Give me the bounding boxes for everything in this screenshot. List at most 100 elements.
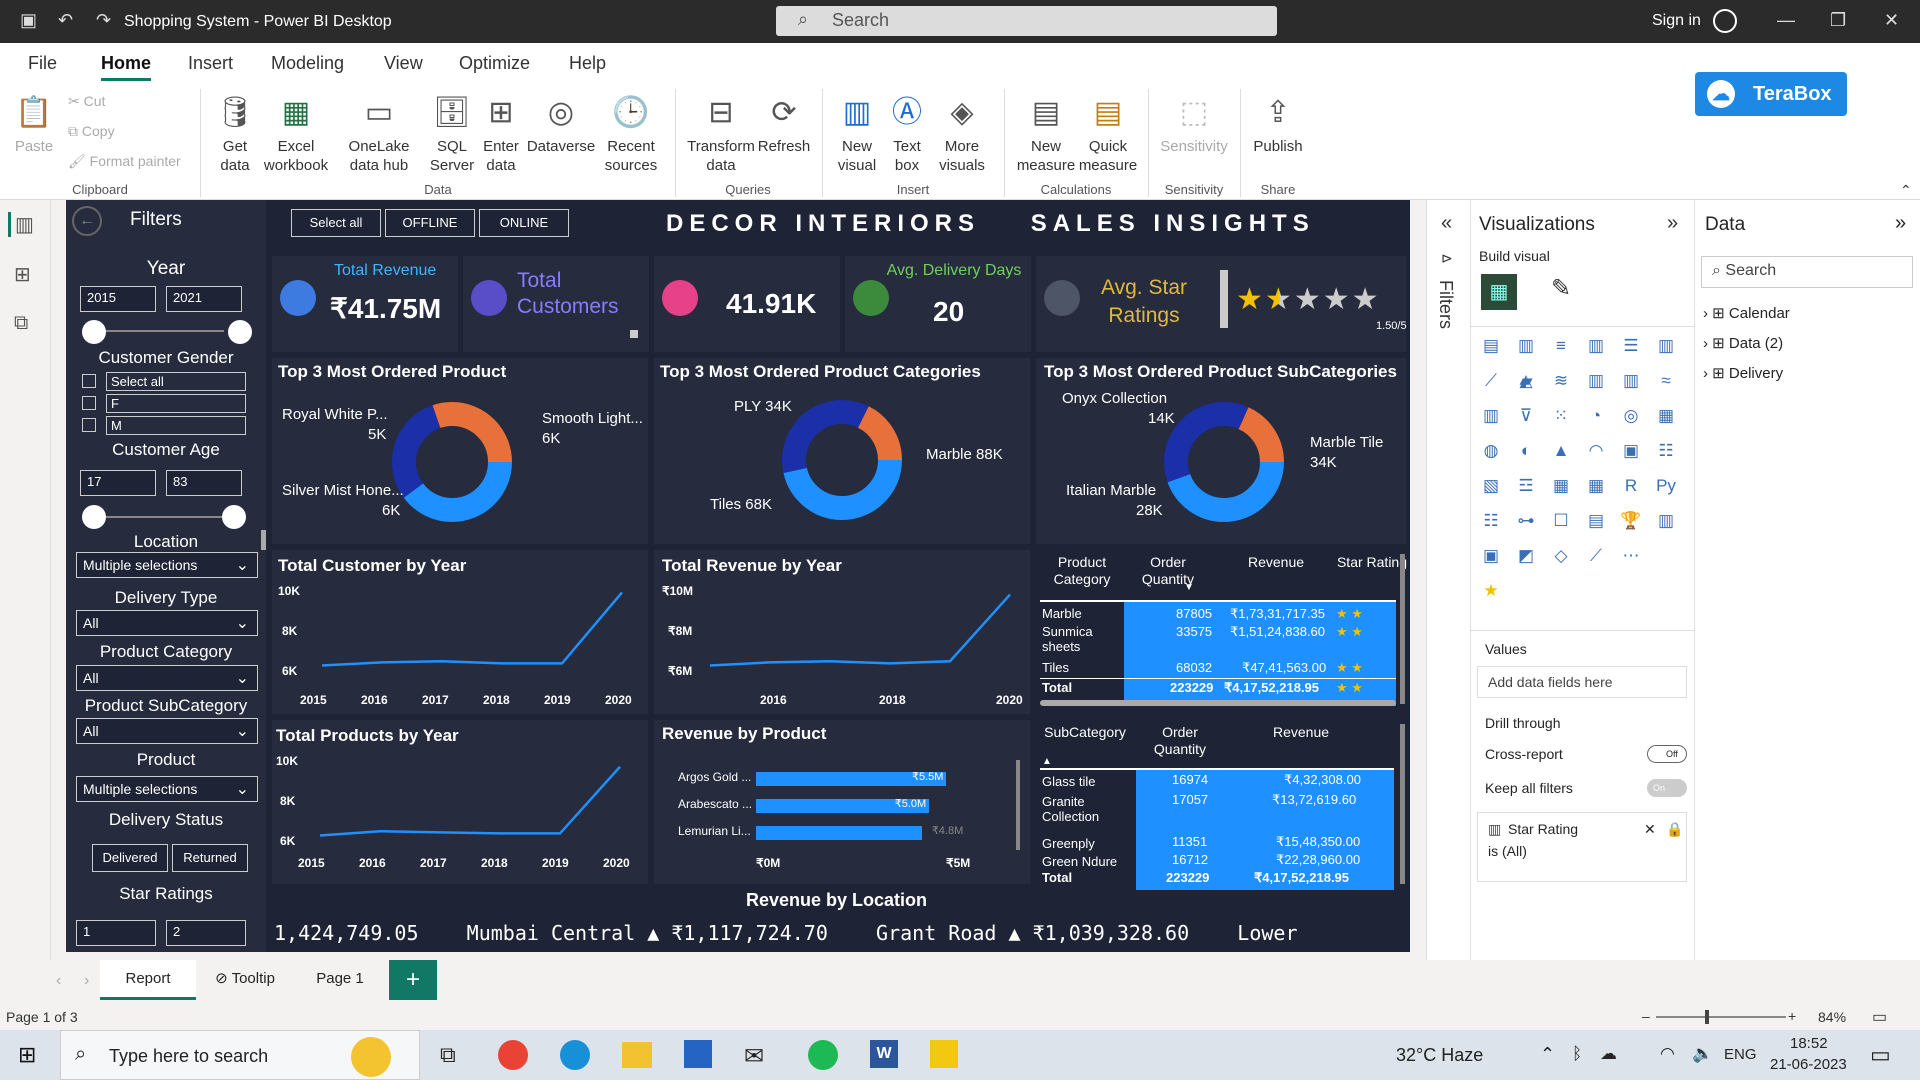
windows-start-icon[interactable]: ⊞ [18, 1042, 36, 1068]
gender-option-m[interactable]: M [106, 416, 246, 435]
gender-m-checkbox[interactable] [82, 418, 96, 432]
wifi-icon[interactable]: ◠ [1660, 1044, 1675, 1064]
vertical-scrollbar[interactable] [1016, 760, 1020, 850]
visual-type-icon[interactable]: ▦ [1654, 404, 1678, 428]
visual-type-icon[interactable]: ◩ [1514, 544, 1538, 568]
sensitivity-button[interactable]: ⬚ Sensitivity [1154, 93, 1234, 156]
report-view-icon[interactable]: ▥ [8, 212, 34, 237]
donut-chart-categories[interactable] [772, 390, 912, 530]
tree-item-calendar[interactable]: › ⊞ Calendar [1703, 304, 1790, 322]
sign-in-link[interactable]: Sign in [1652, 12, 1701, 30]
visual-type-icon[interactable]: ◇ [1549, 544, 1573, 568]
excel-workbook-button[interactable]: ▦ Excel workbook [262, 93, 330, 175]
visual-type-icon[interactable]: ▥ [1654, 334, 1678, 358]
zoom-slider-track[interactable] [1656, 1016, 1786, 1018]
weather-text[interactable]: 32°C Haze [1396, 1045, 1483, 1066]
minimize-icon[interactable]: — [1777, 10, 1795, 31]
sort-desc-icon[interactable]: ▼ [1184, 582, 1194, 593]
bar[interactable] [756, 826, 922, 840]
clock-time[interactable]: 18:52 [1790, 1035, 1828, 1052]
product-category-dropdown[interactable]: All ⌄ [76, 665, 258, 691]
task-view-icon[interactable]: ⧉ [440, 1042, 456, 1068]
vertical-scrollbar[interactable] [1400, 724, 1405, 884]
cut-button[interactable]: ✂ Cut [68, 93, 105, 110]
restore-icon[interactable]: ❐ [1830, 10, 1846, 31]
visual-type-icon[interactable]: ▥ [1654, 509, 1678, 533]
product-subcategory-dropdown[interactable]: All ⌄ [76, 718, 258, 744]
tree-item-delivery[interactable]: › ⊞ Delivery [1703, 364, 1783, 382]
visual-handle[interactable] [630, 330, 638, 338]
filters-pane-collapsed[interactable]: « ⊳ Filters [1426, 200, 1470, 960]
visual-type-icon[interactable]: ▣ [1479, 544, 1503, 568]
tab-page-1[interactable]: Page 1 [300, 960, 380, 1000]
model-view-icon[interactable]: ⧉ [14, 312, 28, 335]
save-icon[interactable]: ▣ [20, 10, 37, 31]
visual-type-icon[interactable]: ▥ [1479, 404, 1503, 428]
terabox-button[interactable]: ☁ TeraBox [1695, 72, 1847, 116]
delivered-button[interactable]: Delivered [92, 844, 168, 872]
year-slider-end[interactable] [228, 320, 252, 344]
delivery-type-dropdown[interactable]: All ⌄ [76, 610, 258, 636]
visual-type-icon[interactable]: ▣ [1619, 439, 1643, 463]
expand-icon[interactable]: « [1441, 212, 1452, 235]
year-slider-start[interactable] [82, 320, 106, 344]
visual-type-icon[interactable]: ☐ [1549, 509, 1573, 533]
menu-optimize[interactable]: Optimize [459, 53, 530, 74]
sort-asc-icon[interactable]: ▲ [1042, 756, 1052, 767]
close-icon[interactable]: ✕ [1884, 10, 1899, 31]
zoom-out-button[interactable]: – [1642, 1008, 1650, 1024]
filters-tab-label[interactable]: Filters [1435, 280, 1456, 329]
get-data-button[interactable]: 🛢 Get data [210, 93, 260, 175]
collapse-ribbon-icon[interactable]: ⌃ [1900, 182, 1912, 199]
visual-type-icon[interactable]: ▥ [1584, 369, 1608, 393]
transform-data-button[interactable]: ⊟ Transform data [686, 93, 756, 175]
enter-data-button[interactable]: ⊞ Enter data [478, 93, 524, 175]
chevron-right-icon[interactable]: › [84, 972, 89, 990]
tab-tooltip[interactable]: ⊘ Tooltip [200, 960, 290, 1000]
clock-date[interactable]: 21-06-2023 [1770, 1056, 1847, 1073]
visual-type-icon[interactable]: ▤ [1479, 334, 1503, 358]
format-painter-button[interactable]: 🖌 Format painter [68, 153, 181, 170]
lock-icon[interactable]: 🔒 [1666, 821, 1683, 838]
add-page-button[interactable]: + [389, 960, 437, 1000]
publish-button[interactable]: ⇪ Publish [1248, 93, 1308, 156]
visual-type-icon[interactable]: ◔ [1584, 404, 1608, 428]
cross-report-toggle[interactable]: Off [1647, 745, 1687, 763]
product-dropdown[interactable]: Multiple selections ⌄ [76, 776, 258, 802]
visual-type-icon[interactable]: ◎ [1619, 404, 1643, 428]
visual-type-icon[interactable]: ☷ [1479, 509, 1503, 533]
visual-type-icon[interactable]: ⊶ [1514, 509, 1538, 533]
more-visuals-button[interactable]: ◈ More visuals [930, 93, 994, 175]
zoom-in-button[interactable]: + [1788, 1008, 1796, 1024]
visual-type-icon[interactable]: ⊽ [1514, 404, 1538, 428]
chevron-up-icon[interactable]: ⌃ [1540, 1044, 1555, 1065]
recent-sources-button[interactable]: 🕒 Recent sources [598, 93, 664, 175]
menu-view[interactable]: View [384, 53, 423, 74]
slicer-scrollbar[interactable] [261, 530, 266, 550]
visual-type-icon[interactable]: ▤ [1584, 509, 1608, 533]
word-icon[interactable]: W [870, 1040, 898, 1068]
line-chart-products[interactable] [310, 756, 630, 842]
filter-card[interactable]: ▥ Star Rating is (All) ✕ 🔒 [1477, 812, 1687, 882]
donut-chart-subcategories[interactable] [1154, 392, 1294, 532]
add-fields-dropzone[interactable]: Add data fields here [1477, 666, 1687, 698]
age-from-input[interactable]: 17 [80, 470, 156, 496]
gender-option-select-all[interactable]: Select all [106, 372, 246, 391]
fit-page-icon[interactable]: ▭ [1872, 1007, 1887, 1027]
column-header[interactable]: Order Quantity [1140, 724, 1220, 758]
visual-type-icon[interactable]: ⋯ [1619, 544, 1643, 568]
line-chart-revenue[interactable] [700, 586, 1020, 672]
chrome-icon[interactable] [498, 1040, 528, 1070]
gender-select-all-checkbox[interactable] [82, 374, 96, 388]
close-icon[interactable]: ✕ [1644, 821, 1656, 838]
collapse-icon[interactable]: » [1895, 212, 1906, 235]
visual-type-icon[interactable]: ◍ [1479, 439, 1503, 463]
volume-icon[interactable]: 🔈 [1692, 1044, 1713, 1064]
file-explorer-icon[interactable] [622, 1042, 652, 1068]
menu-file[interactable]: File [28, 53, 57, 74]
gender-f-checkbox[interactable] [82, 396, 96, 410]
tree-item-data[interactable]: › ⊞ Data (2) [1703, 334, 1783, 352]
visual-type-icon[interactable]: ≋ [1549, 369, 1573, 393]
visual-type-icon[interactable]: ▥ [1584, 334, 1608, 358]
text-box-button[interactable]: Ⓐ Text box [884, 93, 930, 175]
